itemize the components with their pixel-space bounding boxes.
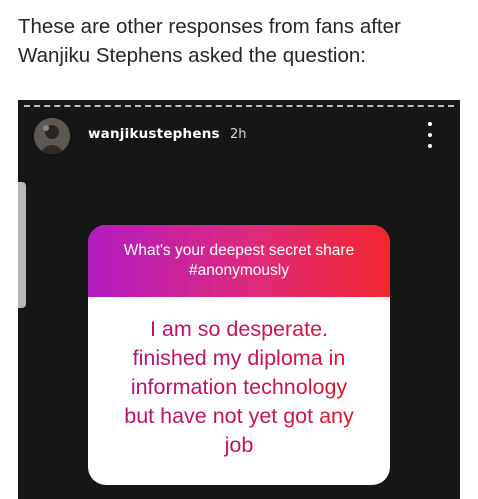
question-sticker-body: I am so desperate. finished my diploma i… [88,297,390,485]
article-paragraph: These are other responses from fans afte… [18,15,401,67]
more-dot [428,122,432,126]
answer-text: I am so desperate. finished my diploma i… [124,315,354,460]
story-username[interactable]: wanjikustephens [88,126,220,142]
question-sticker: What's your deepest secret share #anonym… [88,225,390,485]
instagram-story-screenshot: wanjikustephens 2h What's your deepest s… [18,100,460,499]
more-dot [428,144,432,148]
question-prompt: What's your deepest secret share #anonym… [123,242,355,279]
story-timestamp: 2h [230,127,247,142]
story-progress-bar [24,105,454,107]
more-dot [428,133,432,137]
more-options-icon[interactable] [420,122,440,148]
avatar-photo-icon [34,118,70,154]
side-tab-handle [18,182,26,308]
profile-avatar[interactable] [34,118,70,154]
question-sticker-header: What's your deepest secret share #anonym… [88,225,390,297]
